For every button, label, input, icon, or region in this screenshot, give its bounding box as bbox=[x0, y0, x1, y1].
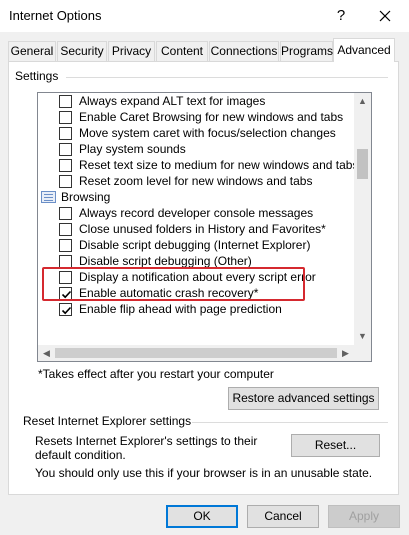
tab-privacy[interactable]: Privacy bbox=[108, 41, 155, 61]
annotation-highlight-box bbox=[42, 267, 305, 301]
setting-label: Always record developer console messages bbox=[79, 206, 314, 220]
window-title: Internet Options bbox=[9, 8, 102, 23]
checkbox[interactable] bbox=[59, 111, 72, 124]
setting-label: Disable script debugging (Other) bbox=[79, 254, 252, 268]
scrollbar-corner bbox=[354, 345, 371, 361]
setting-move-system-caret[interactable]: Move system caret with focus/selection c… bbox=[38, 125, 354, 141]
category-browsing: Browsing bbox=[38, 189, 354, 205]
tab-content[interactable]: Content bbox=[156, 41, 208, 61]
tab-programs[interactable]: Programs bbox=[280, 41, 333, 61]
setting-label: Close unused folders in History and Favo… bbox=[79, 222, 326, 236]
checkbox[interactable] bbox=[59, 159, 72, 172]
setting-flip-ahead[interactable]: Enable flip ahead with page prediction bbox=[38, 301, 354, 317]
apply-button[interactable]: Apply bbox=[328, 505, 400, 528]
checkbox[interactable] bbox=[59, 143, 72, 156]
setting-play-system-sounds[interactable]: Play system sounds bbox=[38, 141, 354, 157]
vertical-scroll-thumb[interactable] bbox=[357, 149, 368, 179]
reset-warning: You should only use this if your browser… bbox=[35, 466, 373, 480]
tab-security[interactable]: Security bbox=[57, 41, 107, 61]
setting-record-console-messages[interactable]: Always record developer console messages bbox=[38, 205, 354, 221]
setting-disable-script-debugging-ie[interactable]: Disable script debugging (Internet Explo… bbox=[38, 237, 354, 253]
scroll-up-icon[interactable]: ▲ bbox=[354, 93, 371, 110]
restart-note: *Takes effect after you restart your com… bbox=[38, 367, 274, 381]
close-button[interactable] bbox=[372, 4, 398, 28]
tab-general[interactable]: General bbox=[8, 41, 56, 61]
setting-caret-browsing[interactable]: Enable Caret Browsing for new windows an… bbox=[38, 109, 354, 125]
scroll-left-icon[interactable]: ◀ bbox=[38, 345, 55, 361]
ok-button[interactable]: OK bbox=[166, 505, 238, 528]
category-icon bbox=[41, 191, 56, 203]
reset-group-line bbox=[182, 422, 388, 423]
reset-legend: Reset Internet Explorer settings bbox=[22, 414, 193, 428]
setting-reset-zoom-level[interactable]: Reset zoom level for new windows and tab… bbox=[38, 173, 354, 189]
category-label: Browsing bbox=[61, 190, 111, 204]
horizontal-scroll-thumb[interactable] bbox=[55, 348, 337, 358]
settings-legend: Settings bbox=[14, 69, 60, 83]
restore-advanced-settings-button[interactable]: Restore advanced settings bbox=[228, 387, 379, 410]
vertical-scrollbar[interactable]: ▲ ▼ bbox=[354, 93, 371, 345]
setting-close-unused-folders[interactable]: Close unused folders in History and Favo… bbox=[38, 221, 354, 237]
tab-advanced[interactable]: Advanced bbox=[333, 38, 395, 62]
tab-connections[interactable]: Connections bbox=[209, 41, 279, 61]
help-button[interactable]: ? bbox=[330, 5, 352, 27]
title-bar: Internet Options ? bbox=[0, 0, 409, 32]
reset-button[interactable]: Reset... bbox=[291, 434, 380, 457]
setting-always-expand-alt[interactable]: Always expand ALT text for images bbox=[38, 93, 354, 109]
close-icon bbox=[379, 10, 391, 22]
checkbox[interactable] bbox=[59, 239, 72, 252]
setting-label: Reset zoom level for new windows and tab… bbox=[79, 174, 313, 188]
settings-list: Always expand ALT text for images Enable… bbox=[38, 93, 354, 345]
setting-reset-text-size[interactable]: Reset text size to medium for new window… bbox=[38, 157, 354, 173]
checkbox[interactable] bbox=[59, 175, 72, 188]
setting-label: Play system sounds bbox=[79, 142, 186, 156]
reset-description: Resets Internet Explorer's settings to t… bbox=[35, 434, 258, 462]
setting-label: Reset text size to medium for new window… bbox=[79, 158, 354, 172]
settings-tree[interactable]: Always expand ALT text for images Enable… bbox=[37, 92, 372, 362]
setting-label: Always expand ALT text for images bbox=[79, 94, 266, 108]
horizontal-scrollbar[interactable]: ◀ ▶ bbox=[38, 345, 354, 361]
dialog-client-area: General Security Privacy Content Connect… bbox=[0, 32, 409, 535]
settings-group-line bbox=[66, 77, 388, 78]
cancel-button[interactable]: Cancel bbox=[247, 505, 319, 528]
checkbox[interactable] bbox=[59, 207, 72, 220]
checkbox[interactable] bbox=[59, 303, 72, 316]
checkbox[interactable] bbox=[59, 127, 72, 140]
checkbox[interactable] bbox=[59, 95, 72, 108]
setting-label: Enable flip ahead with page prediction bbox=[79, 302, 282, 316]
setting-label: Enable Caret Browsing for new windows an… bbox=[79, 110, 344, 124]
checkbox[interactable] bbox=[59, 223, 72, 236]
setting-label: Disable script debugging (Internet Explo… bbox=[79, 238, 311, 252]
setting-label: Move system caret with focus/selection c… bbox=[79, 126, 336, 140]
checkmark-icon bbox=[61, 306, 72, 315]
scroll-right-icon[interactable]: ▶ bbox=[337, 345, 354, 361]
scroll-down-icon[interactable]: ▼ bbox=[354, 328, 371, 345]
